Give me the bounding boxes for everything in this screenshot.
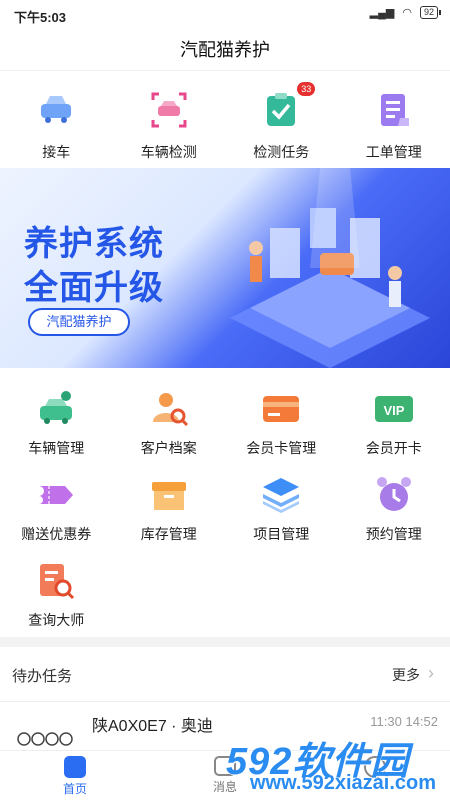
- function-grid: 车辆管理 客户档案 会员卡管理 VIP 会员开卡 赠送优惠券: [0, 378, 450, 636]
- car-icon: [36, 90, 76, 130]
- task-time: 11:30 14:52: [370, 714, 438, 729]
- site-watermark: 592软件园 www.592xiazai.com: [220, 728, 450, 800]
- grid-label: 预约管理: [338, 524, 450, 544]
- grid-label: 会员开卡: [338, 438, 450, 458]
- banner-brand-pill: 汽配猫养护: [28, 308, 130, 336]
- box-icon: [148, 474, 190, 516]
- car-gear-icon: [35, 388, 77, 430]
- page-title: 汽配猫养护: [0, 30, 450, 71]
- top-actions: 接车 车辆检测 33 检测任务 工单管理: [0, 78, 450, 163]
- action-label: 接车: [0, 142, 113, 162]
- grid-label: 查询大师: [0, 610, 113, 630]
- action-vehicle-inspection[interactable]: 车辆检测: [113, 78, 226, 163]
- watermark-url: www.592xiazai.com: [250, 772, 436, 795]
- banner-subheadline: 全面升级: [24, 260, 164, 309]
- grid-item-appointments[interactable]: 预约管理: [338, 464, 450, 550]
- todo-title: 待办任务: [12, 665, 72, 686]
- grid-item-projects[interactable]: 项目管理: [225, 464, 338, 550]
- grid-item-gift-coupons[interactable]: 赠送优惠券: [0, 464, 113, 550]
- signal-icon: ▂▄▆: [370, 6, 395, 19]
- grid-label: 库存管理: [113, 524, 226, 544]
- tab-label: 首页: [63, 782, 87, 796]
- wifi-icon: ◠: [402, 6, 412, 19]
- grid-label: 赠送优惠券: [0, 524, 113, 544]
- chevron-right-icon[interactable]: ›: [428, 663, 434, 684]
- battery-icon: 92: [420, 6, 438, 19]
- action-work-orders[interactable]: 工单管理: [338, 78, 450, 163]
- document-icon: [374, 90, 414, 130]
- status-bar: 下午5:03 ▂▄▆ ◠ 92: [0, 0, 450, 30]
- section-divider: [0, 637, 450, 647]
- layers-icon: [260, 474, 302, 516]
- search-doc-icon: [35, 560, 77, 602]
- coupon-icon: [35, 474, 77, 516]
- status-icons: ▂▄▆ ◠ 92: [370, 6, 438, 19]
- grid-label: 项目管理: [225, 524, 338, 544]
- banner-headline: 养护系统: [24, 216, 164, 265]
- promo-banner[interactable]: 养护系统 全面升级 汽配猫养护: [0, 168, 450, 368]
- task-plate-model: 陕A0X0E7 · 奥迪: [92, 712, 213, 736]
- action-label: 检测任务: [225, 142, 338, 162]
- car-scan-icon: [149, 90, 189, 130]
- grid-item-inventory[interactable]: 库存管理: [113, 464, 226, 550]
- grid-item-query-master[interactable]: 查询大师: [0, 550, 113, 636]
- grid-label: 会员卡管理: [225, 438, 338, 458]
- svg-text:VIP: VIP: [383, 403, 404, 418]
- action-receive-car[interactable]: 接车: [0, 78, 113, 163]
- action-inspection-tasks[interactable]: 33 检测任务: [225, 78, 338, 163]
- home-list-icon: [64, 756, 86, 778]
- grid-label: 车辆管理: [0, 438, 113, 458]
- todo-more-link[interactable]: 更多: [392, 665, 420, 685]
- task-count-badge: 33: [297, 82, 315, 96]
- grid-item-membership-cards[interactable]: 会员卡管理: [225, 378, 338, 464]
- alarm-icon: [373, 474, 415, 516]
- clipboard-check-icon: 33: [261, 90, 301, 130]
- vip-icon: VIP: [373, 388, 415, 430]
- grid-item-customer-records[interactable]: 客户档案: [113, 378, 226, 464]
- status-time: 下午5:03: [14, 7, 66, 26]
- action-label: 工单管理: [338, 142, 450, 162]
- user-search-icon: [148, 388, 190, 430]
- grid-item-member-signup[interactable]: VIP 会员开卡: [338, 378, 450, 464]
- card-icon: [260, 388, 302, 430]
- grid-item-vehicle-management[interactable]: 车辆管理: [0, 378, 113, 464]
- grid-label: 客户档案: [113, 438, 226, 458]
- audi-logo-icon: [16, 732, 74, 746]
- tab-home[interactable]: 首页: [0, 751, 150, 801]
- todo-section-header: 待办任务 更多 ›: [0, 647, 450, 702]
- banner-illustration: [210, 168, 450, 368]
- action-label: 车辆检测: [113, 142, 226, 162]
